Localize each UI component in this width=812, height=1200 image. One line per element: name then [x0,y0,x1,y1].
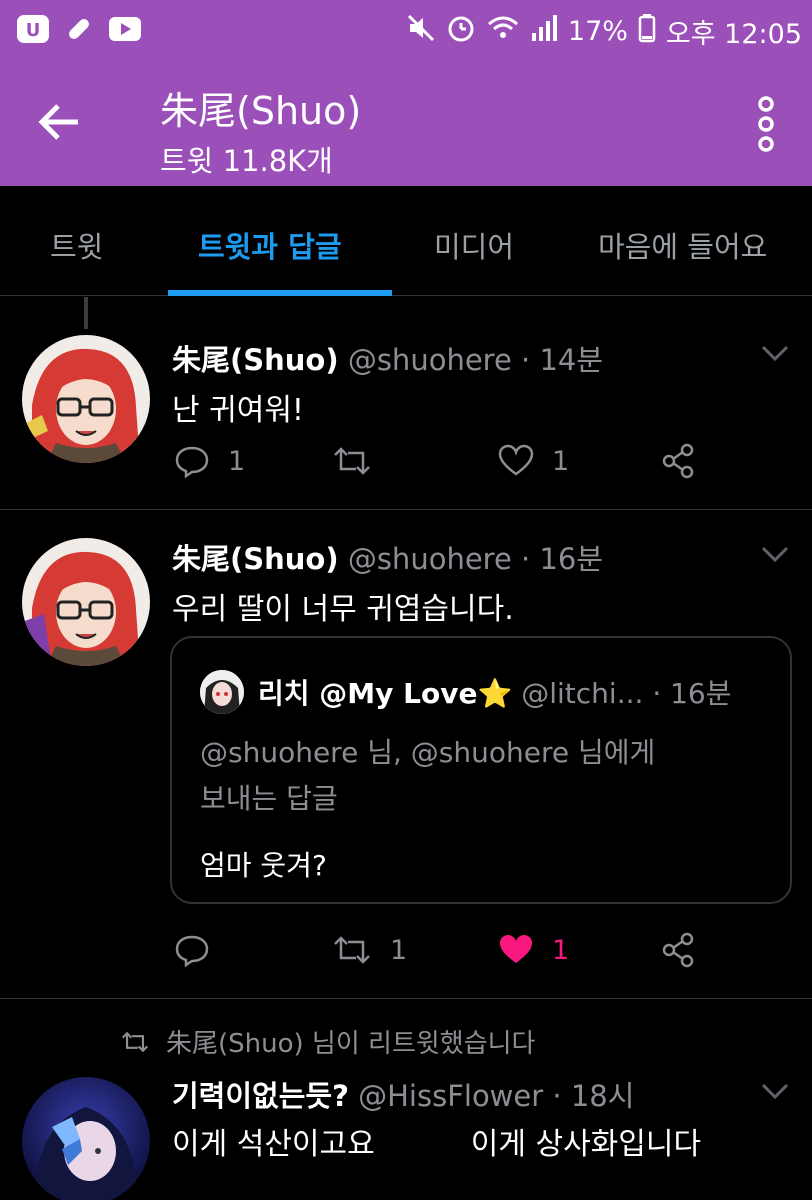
mute-icon [406,13,436,50]
author-handle[interactable]: @shuohere [348,542,512,576]
tweet-header: 朱尾(Shuo) @shuohere · 16분 [172,536,603,578]
replying-to-line2: 보내는 답글 [200,782,338,815]
reply-icon [175,446,209,479]
tweet-header: 기력이없는듯? @HissFlower · 18시 [172,1073,634,1115]
avatar[interactable] [22,1077,150,1200]
tweet-text: 난 귀여워! [172,393,304,428]
quoted-header: 리치 @My Love⭐ @litchi... · 16분 [258,672,732,712]
heart-filled-icon [500,935,532,963]
tweet-actions: 1 1 [172,443,732,487]
like-button[interactable]: 1 [498,443,569,479]
reply-count: 1 [228,445,246,477]
tab-media[interactable]: 미디어 [434,224,514,266]
quoted-author-name: 리치 @My Love⭐ [258,677,513,710]
alarm-icon [446,13,476,50]
tweet-text-part2: 이게 상사화입니다 [470,1127,702,1162]
quoted-text: 엄마 웃겨? [200,849,327,882]
clock: 오후 12:05 [665,19,802,50]
chevron-down-icon[interactable] [760,544,790,564]
quoted-author-handle: @litchi... [521,677,644,710]
chevron-down-icon[interactable] [760,1081,790,1101]
status-bar: U 17% 오후 12:05 [0,0,812,62]
author-handle[interactable]: @shuohere [348,343,512,377]
reply-button[interactable]: 1 [174,443,245,479]
tweet-time: · 16분 [521,542,604,576]
heart-icon [498,444,534,476]
tab-likes[interactable]: 마음에 들어요 [598,224,767,266]
pill-icon [64,14,94,48]
tweet-time: · 14분 [521,343,604,377]
battery-text: 17% [567,16,628,47]
active-tab-indicator [168,290,392,296]
author-handle[interactable]: @HissFlower [358,1079,543,1113]
quoted-time: · 16분 [652,677,732,710]
share-icon [662,443,694,479]
retweet-icon [334,936,370,964]
retweet-icon [334,447,370,475]
retweet-button[interactable]: 1 [332,932,407,968]
tweet-count: 트윗 11.8K개 [160,144,333,178]
retweeted-by[interactable]: 朱尾(Shuo) 님이 리트윗했습니다 [166,1023,535,1060]
tweet-header: 朱尾(Shuo) @shuohere · 14분 [172,337,603,379]
wifi-icon [486,13,520,50]
retweet-button[interactable] [332,443,372,479]
replying-to: @shuohere 님, @shuohere 님에게 보내는 답글 [200,730,760,822]
avatar[interactable] [22,335,150,463]
reply-icon [175,935,209,968]
youtube-icon [108,16,142,46]
author-name[interactable]: 朱尾(Shuo) [172,542,339,576]
retweet-count: 1 [390,934,408,966]
page-title: 朱尾(Shuo) [160,89,362,133]
share-button[interactable] [660,932,696,968]
quoted-tweet[interactable]: 리치 @My Love⭐ @litchi... · 16분 @shuohere … [170,636,792,904]
like-count: 1 [552,934,570,966]
retweet-context: 朱尾(Shuo) 님이 리트윗했습니다 [120,1023,535,1060]
share-icon [662,932,694,968]
tweet-time: · 18시 [552,1079,635,1113]
battery-icon [638,13,656,50]
tweet-text-part1: 이게 석산이고요 [172,1127,375,1162]
app-icon: U [16,14,50,48]
tweet[interactable]: 朱尾(Shuo) 님이 리트윗했습니다 기력이없는듯? @HissFlower … [0,999,812,1200]
quoted-avatar[interactable] [200,670,244,714]
share-button[interactable] [660,443,696,479]
back-arrow-icon[interactable] [34,96,86,148]
tweet-actions: 1 1 [172,932,732,976]
tweet[interactable]: 朱尾(Shuo) @shuohere · 14분 난 귀여워! 1 1 [0,297,812,509]
profile-tabs: 트윗 트윗과 답글 미디어 마음에 들어요 [0,186,812,296]
tab-tweets[interactable]: 트윗 [50,224,103,266]
tab-tweets-and-replies[interactable]: 트윗과 답글 [198,224,342,266]
reply-button[interactable] [174,932,210,968]
avatar[interactable] [22,538,150,666]
author-name[interactable]: 朱尾(Shuo) [172,343,339,377]
tweet-text: 이게 석산이고요 이게 상사화입니다 [172,1119,701,1163]
profile-header: 朱尾(Shuo) 트윗 11.8K개 [0,62,812,186]
retweet-icon [121,1031,149,1052]
replying-to-line1: @shuohere 님, @shuohere 님에게 [200,736,656,769]
tweet-text: 우리 딸이 너무 귀엽습니다. [172,592,514,627]
author-name[interactable]: 기력이없는듯? [172,1079,349,1113]
signal-icon [530,13,558,50]
svg-text:U: U [26,20,41,41]
chevron-down-icon[interactable] [760,343,790,363]
like-button[interactable]: 1 [498,932,569,968]
more-options-icon[interactable] [756,96,776,152]
like-count: 1 [552,445,570,477]
